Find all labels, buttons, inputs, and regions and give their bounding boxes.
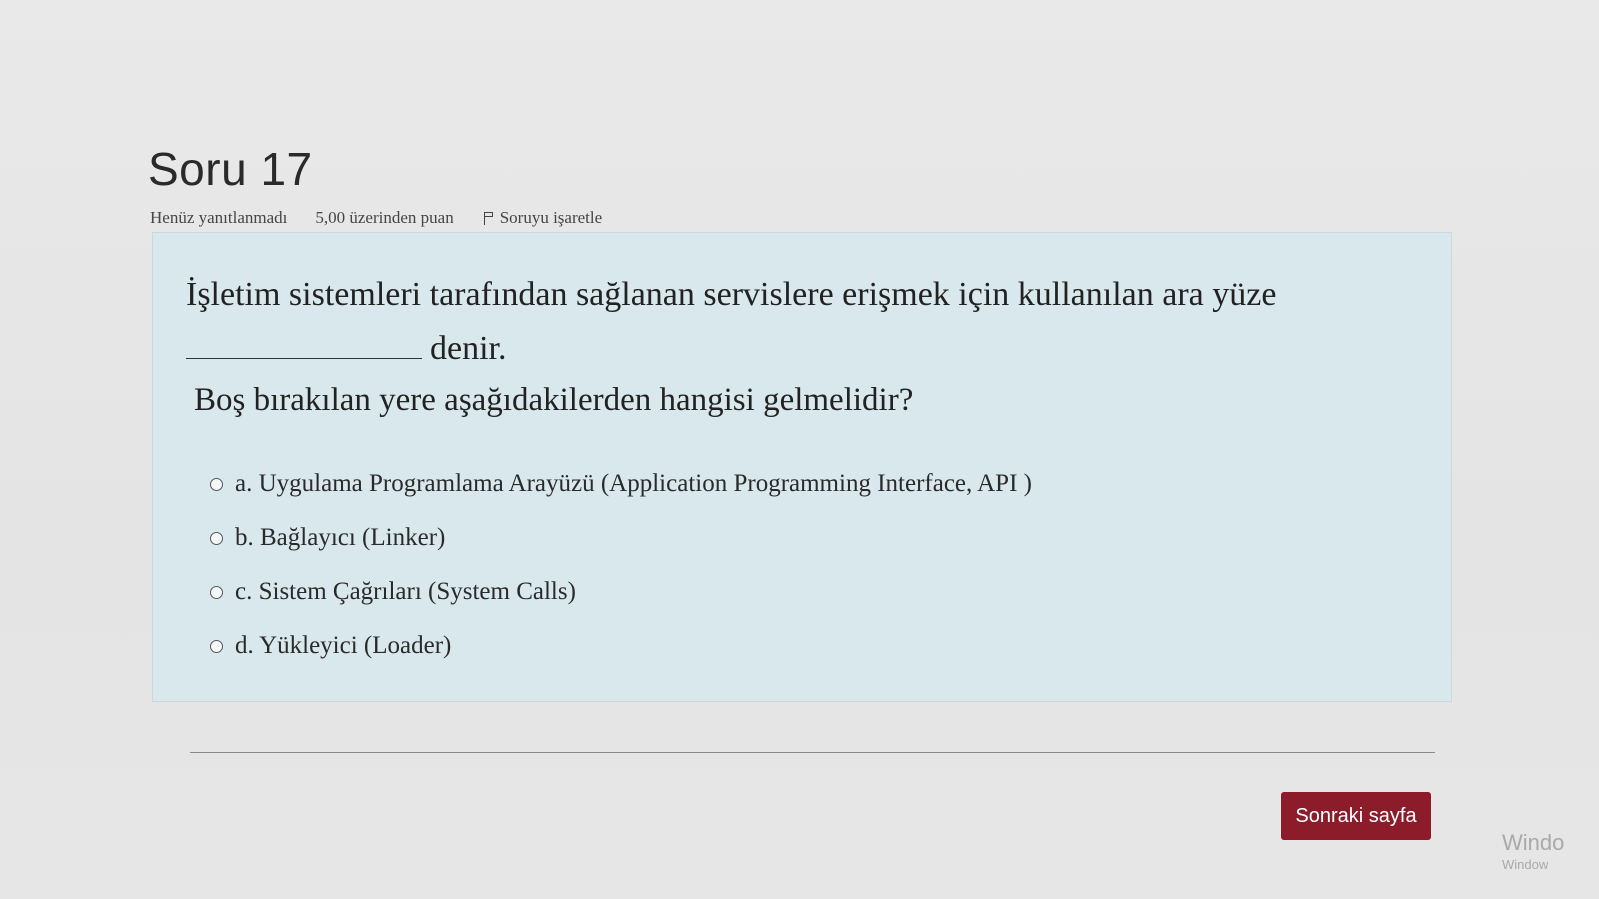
flag-question-label: Soruyu işaretle [499, 208, 603, 227]
option-c-label[interactable]: c. Sistem Çağrıları (System Calls) [235, 578, 576, 606]
option-d-label[interactable]: d. Yükleyici (Loader) [235, 632, 451, 660]
answer-options: a. Uygulama Programlama Arayüzü (Applica… [210, 470, 1032, 660]
question-text: İşletim sistemleri tarafından sağlanan s… [186, 268, 1386, 376]
blank-line [186, 328, 422, 359]
radio-unchecked-icon[interactable] [210, 585, 223, 599]
answer-status: Henüz yanıtlanmadı [150, 208, 288, 227]
question-text-line1: İşletim sistemleri tarafından sağlanan s… [186, 276, 1277, 313]
windows-activation-watermark: Windo Window [1502, 830, 1565, 872]
quiz-page: Soru 17 Henüz yanıtlanmadı 5,00 üzerinde… [0, 0, 1599, 899]
option-d[interactable]: d. Yükleyici (Loader) [210, 632, 1032, 660]
question-prompt: Boş bırakılan yere aşağıdakilerden hangi… [194, 382, 914, 418]
question-text-line2-wrap: denir. [186, 322, 1386, 376]
option-c[interactable]: c. Sistem Çağrıları (System Calls) [210, 578, 1032, 606]
radio-unchecked-icon[interactable] [210, 531, 223, 545]
option-a[interactable]: a. Uygulama Programlama Arayüzü (Applica… [210, 470, 1032, 498]
radio-unchecked-icon[interactable] [210, 477, 223, 491]
divider [190, 752, 1435, 753]
flag-icon [482, 211, 494, 225]
next-page-button[interactable]: Sonraki sayfa [1281, 792, 1431, 840]
flag-question-link[interactable]: Soruyu işaretle [482, 208, 602, 228]
watermark-line2: Window [1502, 857, 1549, 872]
question-score: 5,00 üzerinden puan [315, 208, 454, 227]
option-b-label[interactable]: b. Bağlayıcı (Linker) [235, 524, 445, 552]
option-a-label[interactable]: a. Uygulama Programlama Arayüzü (Applica… [235, 470, 1032, 498]
question-info: Henüz yanıtlanmadı 5,00 üzerinden puan S… [150, 208, 602, 228]
option-b[interactable]: b. Bağlayıcı (Linker) [210, 524, 1032, 552]
question-text-line2: denir. [430, 330, 507, 367]
radio-unchecked-icon[interactable] [210, 639, 223, 653]
question-title: Soru 17 [148, 143, 313, 195]
watermark-line1: Windo [1502, 830, 1565, 855]
